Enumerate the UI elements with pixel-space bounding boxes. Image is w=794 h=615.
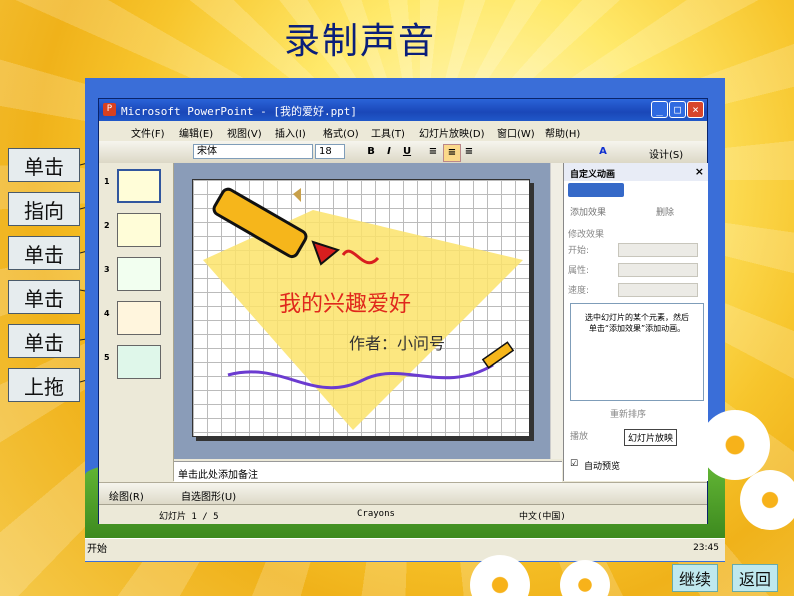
window-titlebar: P Microsoft PowerPoint - [我的爱好.ppt] _ □ … bbox=[99, 99, 707, 121]
menu-tools[interactable]: 工具(T) bbox=[371, 125, 405, 140]
step-click-1[interactable]: 单击 bbox=[8, 148, 80, 182]
menu-view[interactable]: 视图(V) bbox=[227, 125, 262, 140]
step-drag-up[interactable]: 上拖 bbox=[8, 368, 80, 402]
continue-button[interactable]: 继续 bbox=[672, 564, 718, 592]
status-design: Crayons bbox=[357, 509, 395, 519]
start-label: 开始: bbox=[568, 246, 590, 256]
autopreview-label: 自动预览 bbox=[584, 462, 621, 472]
formatting-toolbar: 宋体 18 B I U ≡ ≡ ≡ A 设计(S) bbox=[99, 141, 707, 164]
close-button[interactable]: × bbox=[687, 101, 704, 118]
property-select[interactable] bbox=[618, 263, 698, 277]
slide-thumbnail-2[interactable] bbox=[117, 213, 161, 247]
current-slide[interactable]: 我的兴趣爱好 作者：小问号 bbox=[192, 179, 530, 437]
slide-author: 作者：小问号 bbox=[349, 334, 446, 353]
status-language: 中文(中国) bbox=[519, 512, 566, 522]
slide-number: 5 bbox=[104, 353, 110, 362]
font-size-select[interactable]: 18 bbox=[315, 144, 345, 159]
notes-pane[interactable]: 单击此处添加备注 bbox=[174, 461, 562, 482]
slide-number: 1 bbox=[104, 177, 110, 186]
play-button[interactable]: 播放 bbox=[570, 429, 588, 442]
vertical-scrollbar[interactable] bbox=[550, 163, 563, 459]
menu-file[interactable]: 文件(F) bbox=[131, 125, 165, 140]
notes-placeholder: 单击此处添加备注 bbox=[178, 470, 258, 481]
slide-thumbnail-1[interactable] bbox=[117, 169, 161, 203]
align-left-icon[interactable]: ≡ bbox=[425, 144, 441, 160]
align-right-icon[interactable]: ≡ bbox=[461, 144, 477, 160]
start-select[interactable] bbox=[618, 243, 698, 257]
slide-number: 4 bbox=[104, 309, 110, 318]
draw-menu[interactable]: 绘图(R) bbox=[109, 488, 144, 503]
step-point[interactable]: 指向 bbox=[8, 192, 80, 226]
maximize-button[interactable]: □ bbox=[669, 101, 686, 118]
step-click-2[interactable]: 单击 bbox=[8, 236, 80, 270]
powerpoint-icon: P bbox=[103, 103, 116, 116]
slide-editing-area: 我的兴趣爱好 作者：小问号 bbox=[174, 163, 550, 459]
hint-text: 选中幻灯片的某个元素，然后单击“添加效果”添加动画。 bbox=[585, 313, 689, 333]
font-color-icon[interactable]: A bbox=[595, 144, 611, 160]
step-click-4[interactable]: 单击 bbox=[8, 324, 80, 358]
menu-window[interactable]: 窗口(W) bbox=[497, 125, 535, 140]
modify-effect-label: 修改效果 bbox=[568, 230, 605, 240]
slides-panel: 1 2 3 4 5 bbox=[99, 163, 174, 481]
daisy-flower bbox=[700, 410, 770, 480]
speed-select[interactable] bbox=[618, 283, 698, 297]
daisy-flower bbox=[740, 470, 794, 530]
menu-edit[interactable]: 编辑(E) bbox=[179, 125, 213, 140]
slide-thumbnail-3[interactable] bbox=[117, 257, 161, 291]
add-effect-button[interactable]: 添加效果 bbox=[570, 205, 606, 218]
autoshapes-menu[interactable]: 自选图形(U) bbox=[181, 488, 236, 503]
slideshow-button[interactable]: 幻灯片放映 bbox=[624, 429, 678, 446]
bold-button[interactable]: B bbox=[363, 144, 379, 160]
task-pane-title: 自定义动画 bbox=[570, 170, 616, 180]
slide-number: 2 bbox=[104, 221, 110, 230]
slide-number: 3 bbox=[104, 265, 110, 274]
status-slide: 幻灯片 1 / 5 bbox=[159, 512, 219, 522]
status-bar: 幻灯片 1 / 5 Crayons 中文(中国) bbox=[99, 504, 707, 524]
start-button[interactable]: 开始 bbox=[87, 541, 127, 559]
task-pane-header: 自定义动画 × bbox=[564, 163, 708, 181]
daisy-flower bbox=[470, 555, 530, 615]
align-center-icon[interactable]: ≡ bbox=[443, 144, 461, 162]
back-button[interactable]: 返回 bbox=[732, 564, 778, 592]
clock: 23:45 bbox=[693, 543, 719, 553]
close-icon[interactable]: × bbox=[695, 165, 704, 178]
slide-thumbnail-5[interactable] bbox=[117, 345, 161, 379]
menu-format[interactable]: 格式(O) bbox=[323, 125, 359, 140]
slide-thumbnail-4[interactable] bbox=[117, 301, 161, 335]
slide-heading: 我的兴趣爱好 bbox=[279, 292, 412, 317]
powerpoint-window: P Microsoft PowerPoint - [我的爱好.ppt] _ □ … bbox=[98, 98, 708, 524]
menu-bar: 文件(F) 编辑(E) 视图(V) 插入(I) 格式(O) 工具(T) 幻灯片放… bbox=[99, 121, 707, 141]
taskbar: 开始 23:45 bbox=[85, 538, 725, 561]
menu-help[interactable]: 帮助(H) bbox=[545, 125, 580, 140]
animation-list[interactable]: 选中幻灯片的某个元素，然后单击“添加效果”添加动画。 bbox=[570, 303, 704, 401]
remove-button[interactable]: 删除 bbox=[656, 205, 674, 218]
font-select[interactable]: 宋体 bbox=[193, 144, 313, 159]
nav-arrows-icon[interactable] bbox=[568, 183, 624, 197]
italic-button[interactable]: I bbox=[381, 144, 397, 160]
minimize-button[interactable]: _ bbox=[651, 101, 668, 118]
speed-label: 速度: bbox=[568, 286, 590, 296]
property-label: 属性: bbox=[568, 266, 590, 276]
custom-animation-pane: 自定义动画 × 添加效果 删除 修改效果 开始: 属性: 速度: 选中幻灯片的某… bbox=[563, 163, 708, 481]
drawing-toolbar: 绘图(R) 自选图形(U) bbox=[99, 482, 707, 505]
page-title: 录制声音 bbox=[283, 21, 436, 62]
menu-insert[interactable]: 插入(I) bbox=[275, 125, 306, 140]
design-button[interactable]: 设计(S) bbox=[649, 146, 683, 161]
step-click-3[interactable]: 单击 bbox=[8, 280, 80, 314]
menu-slideshow[interactable]: 幻灯片放映(D) bbox=[419, 125, 485, 140]
underline-button[interactable]: U bbox=[399, 144, 415, 160]
daisy-flower bbox=[560, 560, 610, 610]
autopreview-checkbox[interactable]: ☑ bbox=[570, 459, 578, 469]
window-title: Microsoft PowerPoint - [我的爱好.ppt] bbox=[121, 105, 358, 118]
reorder-label: 重新排序 bbox=[610, 410, 647, 420]
